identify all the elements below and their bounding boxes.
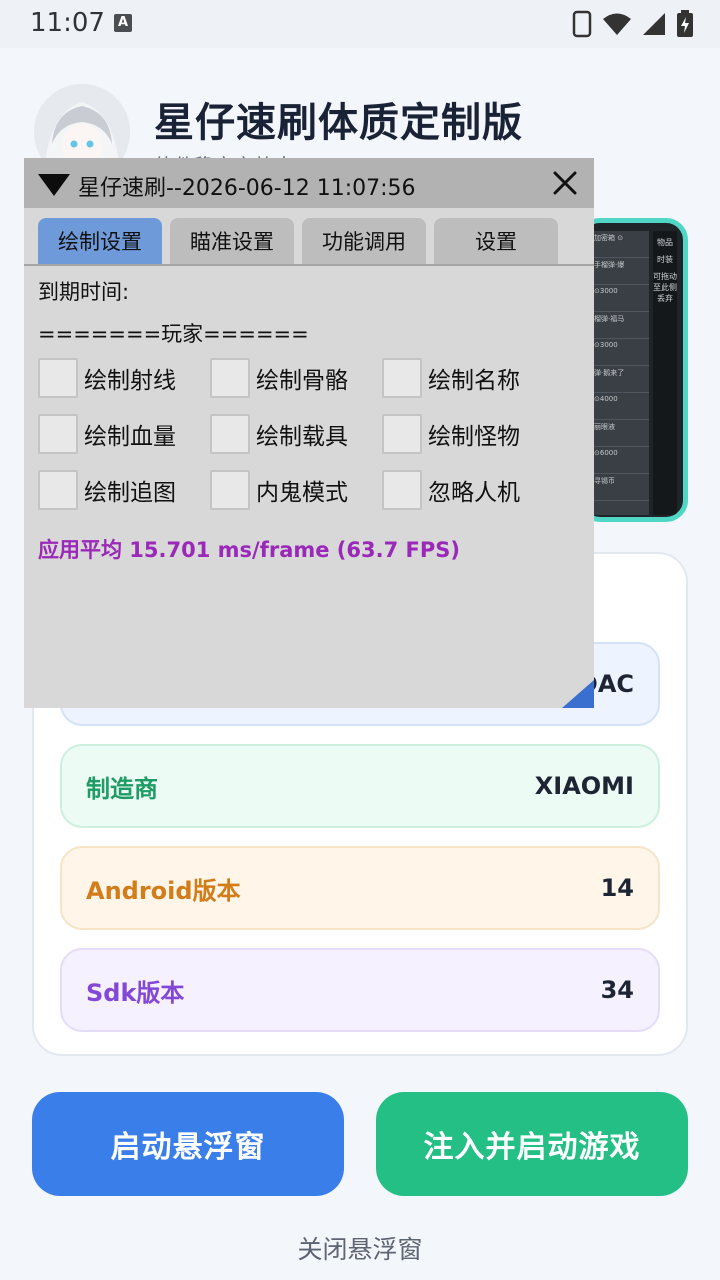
preview-side-item: 可拖动至此侧丢弃	[653, 272, 677, 303]
checkbox-draw-monster[interactable]: 绘制怪物	[382, 414, 520, 454]
sdk-version-value: 34	[600, 976, 634, 1004]
checkbox-box[interactable]	[38, 470, 78, 510]
preview-row: 榴弹·福马	[591, 312, 649, 339]
preview-item-list: 加密箱 ⊙ 手榴弹·爆 ⊙3000 榴弹·福马 ⊙3000 弹·鹅来了 ⊙400…	[591, 231, 649, 515]
manufacturer-value: XIAOMI	[534, 772, 634, 800]
tab-draw-settings[interactable]: 绘制设置	[38, 218, 162, 264]
checkbox-label: 绘制追图	[84, 480, 176, 506]
preview-row: ⊙3000	[591, 339, 649, 366]
checkbox-draw-vehicle[interactable]: 绘制载具	[210, 414, 348, 454]
preview-row: 手榴弹·爆	[591, 258, 649, 285]
checkbox-draw-health[interactable]: 绘制血量	[38, 414, 176, 454]
manufacturer-label: 制造商	[86, 774, 158, 803]
preview-row: ⊙6000	[591, 447, 649, 474]
status-icons	[572, 10, 694, 38]
preview-row: 寻锡币	[591, 474, 649, 501]
preview-row: ⊙3000	[591, 285, 649, 312]
checkbox-label: 绘制射线	[84, 368, 176, 394]
close-icon[interactable]	[548, 166, 582, 200]
info-row-sdk-version: Sdk版本 34	[60, 948, 660, 1032]
phone-icon	[572, 10, 592, 38]
start-float-window-button[interactable]: 启动悬浮窗	[32, 1092, 344, 1196]
tab-function-call[interactable]: 功能调用	[302, 218, 426, 264]
preview-row: 丽眼液	[591, 420, 649, 447]
signal-icon	[643, 13, 665, 35]
checkbox-draw-track[interactable]: 绘制追图	[38, 470, 176, 510]
inject-start-game-button[interactable]: 注入并启动游戏	[376, 1092, 688, 1196]
wifi-icon	[603, 13, 631, 35]
app-title: 星仔速刷体质定制版	[154, 100, 523, 146]
checkbox-draw-skeleton[interactable]: 绘制骨骼	[210, 358, 348, 398]
checkbox-box[interactable]	[38, 414, 78, 454]
preview-sidebar: 物品 时装 可拖动至此侧丢弃	[653, 231, 677, 515]
checkbox-label: 绘制载具	[256, 424, 348, 450]
checkbox-box[interactable]	[382, 358, 422, 398]
player-section-header: =======玩家======	[38, 322, 309, 346]
floating-menu-window[interactable]: 星仔速刷--2026-06-12 11:07:56 绘制设置 瞄准设置 功能调用…	[24, 158, 594, 708]
notification-icon: A	[114, 14, 132, 32]
fps-readout: 应用平均 15.701 ms/frame (63.7 FPS)	[38, 538, 460, 562]
overlay-tab-bar: 绘制设置 瞄准设置 功能调用 设置	[24, 218, 594, 266]
tab-aim-settings[interactable]: 瞄准设置	[170, 218, 294, 264]
checkbox-box[interactable]	[210, 358, 250, 398]
status-time: 11:07	[30, 8, 105, 38]
preview-side-item: 时装	[657, 255, 673, 264]
info-row-android-version: Android版本 14	[60, 846, 660, 930]
checkbox-label: 绘制血量	[84, 424, 176, 450]
android-version-value: 14	[600, 874, 634, 902]
preview-row: 加密箱 ⊙	[591, 231, 649, 258]
info-row-manufacturer: 制造商 XIAOMI	[60, 744, 660, 828]
checkbox-draw-name[interactable]: 绘制名称	[382, 358, 520, 398]
checkbox-label: 内鬼模式	[256, 480, 348, 506]
checkbox-label: 绘制怪物	[428, 424, 520, 450]
tab-settings[interactable]: 设置	[434, 218, 558, 264]
preview-side-item: 物品	[657, 238, 673, 247]
close-float-window-link[interactable]: 关闭悬浮窗	[0, 1230, 720, 1266]
checkbox-box[interactable]	[210, 470, 250, 510]
overlay-title: 星仔速刷--2026-06-12 11:07:56	[78, 176, 416, 201]
overlay-titlebar[interactable]: 星仔速刷--2026-06-12 11:07:56	[24, 158, 594, 208]
resize-handle[interactable]	[562, 680, 594, 708]
expire-time-label: 到期时间:	[38, 280, 130, 304]
preview-row: 弹·鹅来了	[591, 366, 649, 393]
checkbox-insider-mode[interactable]: 内鬼模式	[210, 470, 348, 510]
battery-icon	[677, 10, 693, 37]
game-preview-image: 加密箱 ⊙ 手榴弹·爆 ⊙3000 榴弹·福马 ⊙3000 弹·鹅来了 ⊙400…	[578, 218, 688, 522]
sdk-version-label: Sdk版本	[86, 978, 185, 1007]
preview-row: ⊙4000	[591, 393, 649, 420]
android-version-label: Android版本	[86, 876, 241, 905]
checkbox-ignore-bots[interactable]: 忽略人机	[382, 470, 520, 510]
collapse-triangle-icon[interactable]	[38, 174, 70, 196]
checkbox-box[interactable]	[382, 414, 422, 454]
checkbox-label: 绘制名称	[428, 368, 520, 394]
checkbox-box[interactable]	[382, 470, 422, 510]
checkbox-box[interactable]	[38, 358, 78, 398]
checkbox-label: 绘制骨骼	[256, 368, 348, 394]
checkbox-label: 忽略人机	[428, 480, 520, 506]
checkbox-box[interactable]	[210, 414, 250, 454]
checkbox-draw-ray[interactable]: 绘制射线	[38, 358, 176, 398]
status-bar: 11:07 A	[0, 0, 720, 48]
